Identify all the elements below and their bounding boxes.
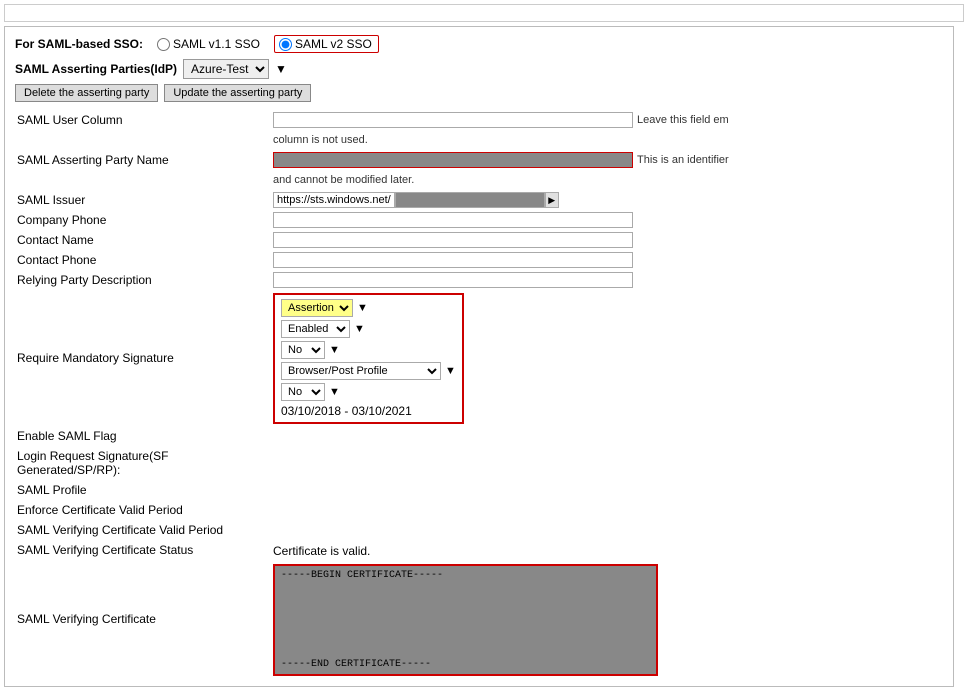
enabled-dropdown-row: Enabled Disabled ▼	[281, 320, 456, 338]
no-dropdown-row: No Yes ▼	[281, 341, 456, 359]
btn-row: Delete the asserting party Update the as…	[15, 84, 943, 102]
company-phone-val	[270, 210, 943, 230]
saml-user-col-note-label	[15, 130, 270, 150]
saml-ap-name-note2: and cannot be modified later.	[273, 174, 414, 186]
cert-end-text: -----END CERTIFICATE-----	[281, 659, 650, 670]
saml-verify-cert-period-val	[270, 520, 943, 540]
contact-name-input[interactable]	[273, 232, 633, 248]
enable-saml-flag-val	[270, 426, 943, 446]
company-phone-input[interactable]	[273, 212, 633, 228]
contact-phone-input[interactable]	[273, 252, 633, 268]
issuer-prefix-box: https://sts.windows.net/	[273, 192, 395, 208]
require-mandatory-sig-val: Assertion Both None ▼ Enabled Disabled ▼	[270, 290, 943, 426]
saml-ap-name-input[interactable]	[273, 152, 633, 168]
saml-issuer-val: https://sts.windows.net/ ▶	[270, 190, 943, 210]
require-mandatory-sig-label: Require Mandatory Signature	[15, 290, 270, 426]
saml-issuer-label: SAML Issuer	[15, 190, 270, 210]
contact-phone-label: Contact Phone	[15, 250, 270, 270]
saml-user-col-note: Leave this field em	[637, 114, 729, 126]
saml-verify-cert-status-lbl: SAML Verifying Certificate Status	[15, 540, 270, 560]
for-saml-label: For SAML-based SSO:	[15, 37, 143, 51]
saml-profile-val	[270, 480, 943, 500]
enable-saml-select[interactable]: Enabled Disabled	[281, 320, 350, 338]
enforce-cert-select[interactable]: No Yes	[281, 383, 325, 401]
contact-name-label: Contact Name	[15, 230, 270, 250]
saml-profile-select[interactable]: Browser/Post Profile Artifact Profile	[281, 362, 441, 380]
login-req-sig-val	[270, 446, 943, 480]
issuer-prefix-text: https://sts.windows.net/	[277, 194, 391, 206]
idp-label: SAML Asserting Parties(IdP)	[15, 62, 177, 76]
saml-verify-cert-status-val: Certificate is valid.	[270, 540, 943, 560]
update-asserting-party-btn[interactable]: Update the asserting party	[164, 84, 311, 102]
no-dropdown-arrow: ▼	[329, 344, 340, 356]
enforce-cert-lbl: Enforce Certificate Valid Period	[15, 500, 270, 520]
assertion-select[interactable]: Assertion Both None	[281, 299, 353, 317]
saml-profile-lbl: SAML Profile	[15, 480, 270, 500]
saml-verify-cert-val: -----BEGIN CERTIFICATE----- -----END CER…	[270, 560, 943, 678]
relying-party-description-val	[270, 270, 943, 290]
idp-row: SAML Asserting Parties(IdP) Azure-Test ▼	[15, 59, 943, 79]
main-form: SAML User Column Leave this field em col…	[15, 110, 943, 678]
certificate-box: -----BEGIN CERTIFICATE----- -----END CER…	[273, 564, 658, 676]
saml-v1-option[interactable]: SAML v1.1 SSO	[157, 37, 260, 51]
assertion-dropdown-row: Assertion Both None ▼	[281, 299, 456, 317]
dropdown-arrow-icon: ▼	[275, 62, 287, 76]
saml-user-col-note2: column is not used.	[273, 134, 368, 146]
issuer-expand-btn[interactable]: ▶	[545, 192, 559, 208]
relying-party-description-label: Relying Party Description	[15, 270, 270, 290]
company-phone-label: Company Phone	[15, 210, 270, 230]
cert-date-range: 03/10/2018 - 03/10/2021	[281, 404, 456, 418]
page-wrap: For SAML-based SSO: SAML v1.1 SSO SAML v…	[4, 26, 954, 687]
saml-user-col-label: SAML User Column	[15, 110, 270, 130]
saml-ap-name-label: SAML Asserting Party Name	[15, 150, 270, 170]
saml-verify-cert-lbl: SAML Verifying Certificate	[15, 560, 270, 678]
page-container	[4, 4, 964, 22]
saml-user-col-val: Leave this field em	[270, 110, 943, 130]
saml-v1-radio[interactable]	[157, 38, 170, 51]
saml-user-col-input[interactable]	[273, 112, 633, 128]
saml-ap-name-note-lbl	[15, 170, 270, 190]
saml-verify-cert-period-lbl: SAML Verifying Certificate Valid Period	[15, 520, 270, 540]
relying-party-description-input[interactable]	[273, 272, 633, 288]
delete-asserting-party-btn[interactable]: Delete the asserting party	[15, 84, 158, 102]
login-req-select[interactable]: No Yes	[281, 341, 325, 359]
assertion-dropdown-arrow: ▼	[357, 302, 368, 314]
idp-select[interactable]: Azure-Test	[183, 59, 269, 79]
login-req-sig-label: Login Request Signature(SF Generated/SP/…	[15, 446, 270, 480]
profile-dropdown-row: Browser/Post Profile Artifact Profile ▼	[281, 362, 456, 380]
enabled-dropdown-arrow: ▼	[354, 323, 365, 335]
saml-v1-text: SAML v1.1 SSO	[173, 37, 260, 51]
profile-dropdown-arrow: ▼	[445, 365, 456, 377]
enforce-dropdown-row: No Yes ▼	[281, 383, 456, 401]
saml-user-col-note2-val: column is not used.	[270, 130, 943, 150]
issuer-row-inner: https://sts.windows.net/ ▶	[273, 192, 559, 208]
enforce-dropdown-arrow: ▼	[329, 386, 340, 398]
saml-v2-option[interactable]: SAML v2 SSO	[274, 35, 379, 53]
saml-ap-name-note: This is an identifier	[637, 154, 729, 166]
cert-status-text: Certificate is valid.	[273, 544, 370, 558]
header-row: For SAML-based SSO: SAML v1.1 SSO SAML v…	[15, 35, 943, 53]
saml-v2-radio[interactable]	[279, 38, 292, 51]
contact-name-val	[270, 230, 943, 250]
enable-saml-flag-label: Enable SAML Flag	[15, 426, 270, 446]
cert-begin-text: -----BEGIN CERTIFICATE-----	[281, 570, 650, 581]
saml-ap-name-val: This is an identifier	[270, 150, 943, 170]
right-red-box: Assertion Both None ▼ Enabled Disabled ▼	[273, 293, 464, 424]
contact-phone-val	[270, 250, 943, 270]
saml-v2-text: SAML v2 SSO	[295, 37, 372, 51]
enforce-cert-val	[270, 500, 943, 520]
saml-ap-name-note2-val: and cannot be modified later.	[270, 170, 943, 190]
issuer-redacted-input[interactable]	[395, 192, 545, 208]
